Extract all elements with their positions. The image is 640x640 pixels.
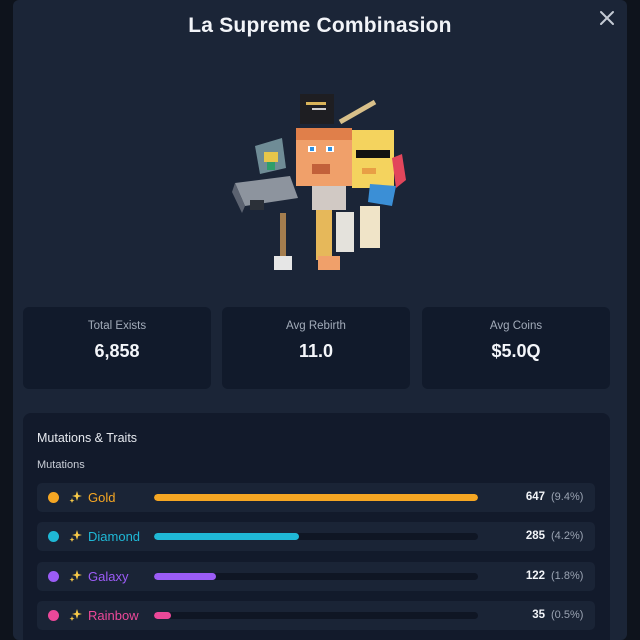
detail-modal: La Supreme Combinasion Total Exists 6,85…	[13, 0, 627, 640]
mutation-count: 35	[532, 609, 545, 621]
mutation-row-diamond[interactable]: Diamond 285 (4.2%)	[37, 522, 595, 551]
stat-label: Avg Rebirth	[286, 320, 346, 332]
section-title: Mutations & Traits	[37, 431, 138, 445]
mutation-name: Diamond	[88, 529, 141, 544]
sparkles-icon	[69, 609, 82, 621]
section-subtitle: Mutations	[37, 459, 85, 471]
stat-value: 11.0	[298, 341, 334, 361]
stat-card-avg-coins: Avg Coins $5.0Q	[422, 307, 610, 389]
mutation-name: Galaxy	[88, 569, 129, 584]
mutation-percent: (4.2%)	[551, 530, 584, 542]
stat-card-avg-rebirth: Avg Rebirth 11.0	[222, 307, 410, 389]
mutation-bar-track	[154, 494, 478, 501]
mutation-row-gold[interactable]: Gold 647 (9.4%)	[37, 483, 595, 512]
sparkles-icon	[69, 570, 82, 582]
mutation-row-rainbow[interactable]: Rainbow 35 (0.5%)	[37, 601, 595, 630]
color-dot	[48, 492, 59, 503]
mutation-percent: (9.4%)	[551, 491, 584, 503]
character-image	[220, 88, 420, 288]
mutation-count: 285	[525, 530, 545, 542]
mutation-bar-track	[154, 612, 478, 619]
close-icon[interactable]	[596, 7, 618, 29]
page-title: La Supreme Combinasion	[188, 14, 452, 37]
mutation-bar-fill	[154, 494, 478, 501]
color-dot	[48, 571, 59, 582]
mutation-percent: (0.5%)	[551, 609, 584, 621]
mutation-percent: (1.8%)	[551, 570, 584, 582]
app-window: La Supreme Combinasion Total Exists 6,85…	[0, 0, 640, 640]
stat-label: Avg Coins	[489, 320, 543, 332]
stat-card-total-exists: Total Exists 6,858	[23, 307, 211, 389]
mutation-count: 122	[525, 570, 545, 582]
stat-value: 6,858	[94, 341, 140, 361]
mutation-bar-track	[154, 573, 478, 580]
mutation-row-galaxy[interactable]: Galaxy 122 (1.8%)	[37, 562, 595, 591]
sparkles-icon	[69, 530, 82, 542]
mutation-bar-fill	[154, 533, 299, 540]
color-dot	[48, 610, 59, 621]
stat-value: $5.0Q	[491, 341, 541, 361]
mutation-bar-fill	[154, 612, 171, 619]
mutation-bar-track	[154, 533, 478, 540]
mutations-section: Mutations & Traits Mutations Gold 647 (9…	[23, 413, 610, 640]
mutation-name: Gold	[88, 490, 116, 505]
mutation-count: 647	[525, 491, 545, 503]
sparkles-icon	[69, 491, 82, 503]
mutation-bar-fill	[154, 573, 216, 580]
mutation-name: Rainbow	[88, 608, 139, 623]
stat-label: Total Exists	[87, 320, 147, 332]
color-dot	[48, 531, 59, 542]
